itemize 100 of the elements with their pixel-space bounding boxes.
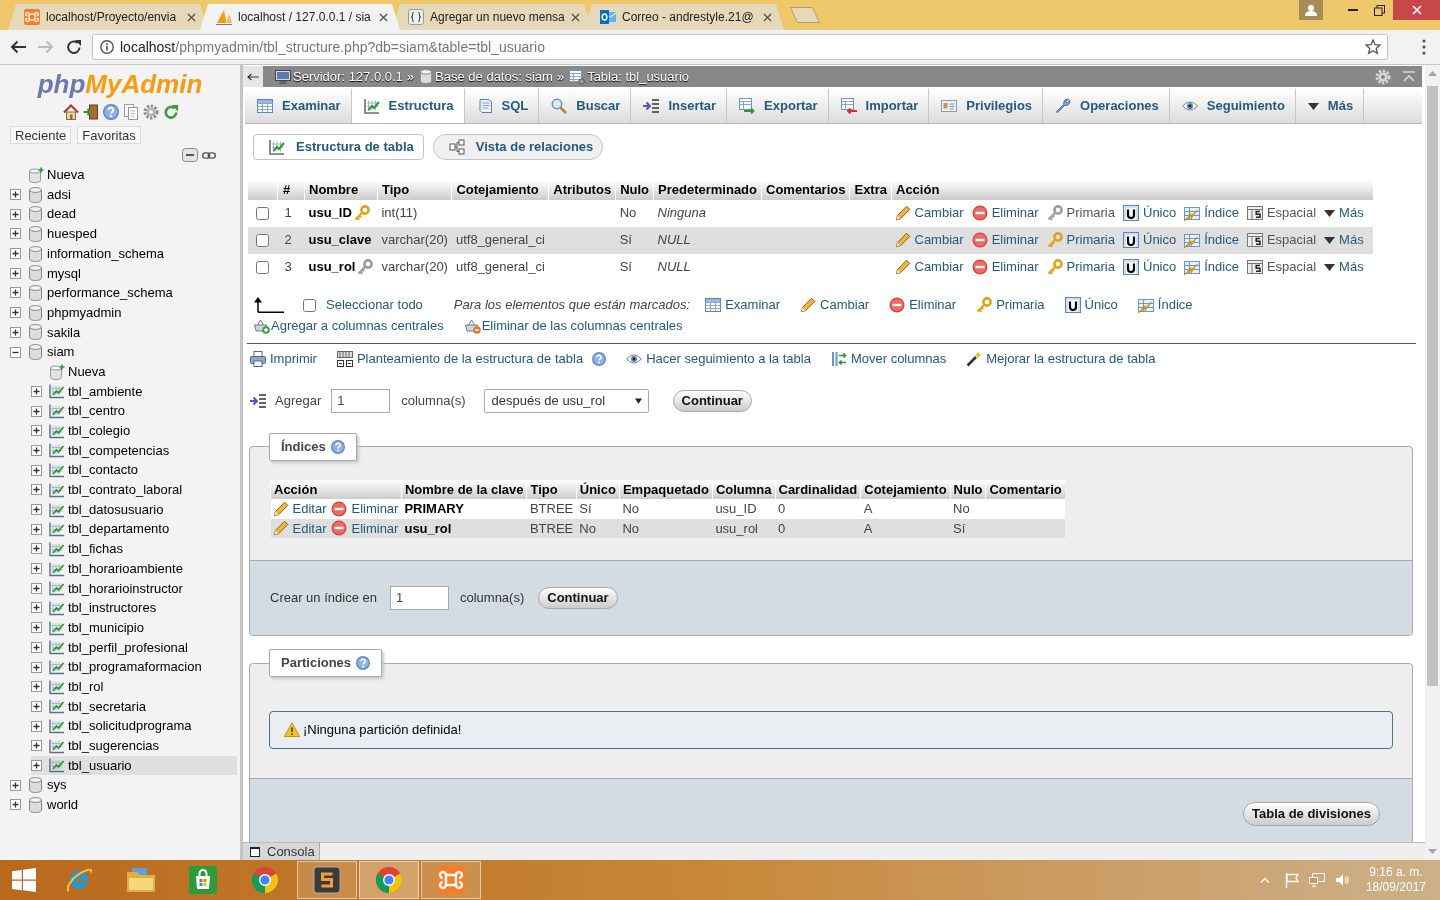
tree-item[interactable]: tbl_departamento bbox=[31, 519, 237, 540]
help-icon[interactable] bbox=[330, 439, 345, 454]
expand-icon[interactable] bbox=[10, 228, 21, 240]
close-icon[interactable] bbox=[187, 12, 196, 22]
expand-icon[interactable] bbox=[31, 720, 42, 732]
exit-door-icon[interactable] bbox=[83, 104, 99, 120]
tree-item[interactable]: phpmyadmin bbox=[10, 302, 237, 323]
bulk-action-link[interactable]: Índice bbox=[1137, 295, 1193, 315]
star-icon[interactable] bbox=[1365, 39, 1381, 55]
bulk-action-link[interactable]: Eliminar bbox=[889, 295, 957, 315]
tree-item[interactable]: adsi bbox=[10, 184, 237, 205]
expand-icon[interactable] bbox=[31, 405, 42, 417]
expand-icon[interactable] bbox=[31, 622, 42, 634]
expand-icon[interactable] bbox=[31, 464, 42, 476]
close-icon[interactable] bbox=[571, 12, 580, 22]
back-icon[interactable] bbox=[10, 40, 26, 54]
nav-button[interactable]: Favoritas bbox=[77, 126, 141, 144]
tree-item[interactable]: tbl_municipio bbox=[31, 617, 237, 638]
scrollbar[interactable] bbox=[1425, 65, 1440, 860]
tree-item[interactable]: sakila bbox=[10, 322, 237, 343]
menu-tab[interactable]: Buscar bbox=[539, 89, 632, 123]
tree-item[interactable]: tbl_horarioinstructor bbox=[31, 578, 237, 599]
index-action-link[interactable]: Editar bbox=[272, 518, 327, 538]
row-checkbox[interactable] bbox=[256, 260, 269, 274]
menu-tab[interactable]: Exportar bbox=[727, 89, 829, 123]
action-link[interactable]: Eliminar bbox=[971, 257, 1039, 277]
menu-tab[interactable]: Seguimiento bbox=[1169, 89, 1296, 123]
breadcrumb-link[interactable]: Servidor: 127.0.0.1 bbox=[275, 66, 403, 87]
position-select[interactable]: después de usu_rol bbox=[483, 388, 649, 413]
home-icon[interactable] bbox=[63, 104, 79, 120]
expand-icon[interactable] bbox=[31, 444, 42, 456]
bulk-action-link[interactable]: Examinar bbox=[705, 295, 781, 315]
help-icon[interactable] bbox=[103, 104, 119, 120]
tree-item[interactable]: tbl_competencias bbox=[31, 440, 237, 461]
column-count-field[interactable]: 1 bbox=[331, 388, 391, 413]
action-link[interactable]: Índice bbox=[1184, 203, 1239, 223]
expand-icon[interactable] bbox=[10, 799, 21, 811]
action-link[interactable]: Eliminar bbox=[971, 230, 1039, 250]
sub-tab[interactable]: Estructura de tabla bbox=[253, 134, 424, 160]
menu-tab[interactable]: Examinar bbox=[245, 89, 352, 123]
help-icon[interactable] bbox=[592, 351, 607, 366]
expand-icon[interactable] bbox=[31, 523, 42, 535]
tree-item[interactable]: tbl_horarioambiente bbox=[31, 558, 237, 579]
menu-tab[interactable]: Operaciones bbox=[1043, 89, 1170, 123]
console-tab[interactable]: Consola bbox=[243, 843, 320, 860]
profile-button[interactable] bbox=[1299, 0, 1323, 20]
tree-item[interactable]: tbl_instructores bbox=[31, 598, 237, 618]
expand-icon[interactable] bbox=[31, 641, 42, 653]
address-field[interactable]: localhost/phpmyadmin/tbl_structure.php?db=siam&table=tbl_usuario bbox=[92, 34, 1388, 60]
action-link[interactable]: Único bbox=[1123, 230, 1177, 250]
continue-button[interactable]: Continuar bbox=[538, 587, 618, 609]
nav-button[interactable]: Reciente bbox=[10, 126, 72, 144]
action-link[interactable]: Índice bbox=[1184, 257, 1239, 277]
tree-item[interactable]: tbl_colegio bbox=[31, 420, 237, 441]
expand-icon[interactable] bbox=[31, 681, 42, 693]
continue-button[interactable]: Continuar bbox=[672, 389, 752, 412]
expand-icon[interactable] bbox=[10, 208, 21, 220]
action-link[interactable]: Eliminar bbox=[971, 203, 1039, 223]
taskbar-app-button[interactable] bbox=[359, 861, 419, 899]
expand-icon[interactable] bbox=[31, 425, 42, 437]
expand-icon[interactable] bbox=[31, 385, 42, 397]
expand-icon[interactable] bbox=[10, 326, 21, 338]
expand-icon[interactable] bbox=[31, 582, 42, 594]
documents-icon[interactable] bbox=[123, 104, 139, 120]
tree-item[interactable]: tbl_usuario bbox=[31, 755, 237, 776]
tree-item[interactable]: tbl_datosusuario bbox=[31, 499, 237, 520]
table-link[interactable]: Imprimir bbox=[250, 348, 317, 369]
table-link[interactable]: Planteamiento de la estructura de tabla bbox=[336, 348, 584, 369]
menu-tab[interactable]: SQL bbox=[464, 89, 540, 123]
expand-icon[interactable] bbox=[31, 504, 42, 516]
action-link[interactable]: Cambiar bbox=[894, 257, 964, 277]
reload-icon[interactable] bbox=[66, 39, 82, 55]
tree-item[interactable]: dead bbox=[10, 204, 237, 225]
index-action-link[interactable]: Editar bbox=[272, 499, 327, 519]
logo-text[interactable]: phpMyAdmin bbox=[37, 71, 203, 97]
action-link[interactable]: Más bbox=[1324, 203, 1364, 223]
action-link[interactable]: Índice bbox=[1184, 230, 1239, 250]
expand-icon[interactable] bbox=[31, 759, 42, 771]
scrollbar-thumb[interactable] bbox=[1427, 86, 1438, 686]
action-link[interactable]: Primaria bbox=[1046, 230, 1115, 250]
expand-icon[interactable] bbox=[10, 307, 21, 319]
bulk-action-link[interactable]: Agregar a columnas centrales bbox=[254, 316, 444, 336]
tree-item[interactable]: world bbox=[10, 795, 237, 815]
expand-icon[interactable] bbox=[31, 700, 42, 712]
bulk-action-link[interactable]: Eliminar de las columnas centrales bbox=[464, 316, 683, 336]
table-link[interactable]: Mejorar la estructura de tabla bbox=[966, 348, 1156, 369]
action-link[interactable]: Más bbox=[1324, 257, 1364, 277]
index-action-link[interactable]: Eliminar bbox=[331, 518, 399, 538]
link-icon[interactable] bbox=[202, 150, 216, 160]
expand-icon[interactable] bbox=[31, 563, 42, 575]
menu-tab[interactable]: Importar bbox=[828, 89, 930, 123]
action-link[interactable]: Cambiar bbox=[894, 230, 964, 250]
settings-icon[interactable] bbox=[143, 104, 159, 120]
expand-icon[interactable] bbox=[10, 779, 21, 791]
tree-item[interactable]: tbl_perfil_profesional bbox=[31, 637, 237, 658]
tree-item[interactable]: tbl_secretaria bbox=[31, 696, 237, 717]
menu-icon[interactable] bbox=[1422, 39, 1426, 55]
collapse-all-icon[interactable] bbox=[182, 148, 198, 162]
column-count-field[interactable]: 1 bbox=[389, 586, 449, 610]
table-link[interactable]: Mover columnas bbox=[830, 348, 947, 369]
